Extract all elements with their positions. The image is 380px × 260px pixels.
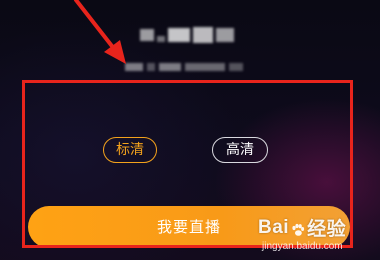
start-live-button[interactable]: 我要直播 — [28, 206, 350, 248]
blurred-room-subtitle — [125, 60, 250, 74]
quality-sd-option[interactable]: 标清 — [103, 137, 157, 163]
quality-hd-option[interactable]: 高清 — [212, 137, 268, 163]
quality-selector: 标清 高清 — [0, 137, 380, 165]
blurred-room-title — [140, 24, 240, 46]
